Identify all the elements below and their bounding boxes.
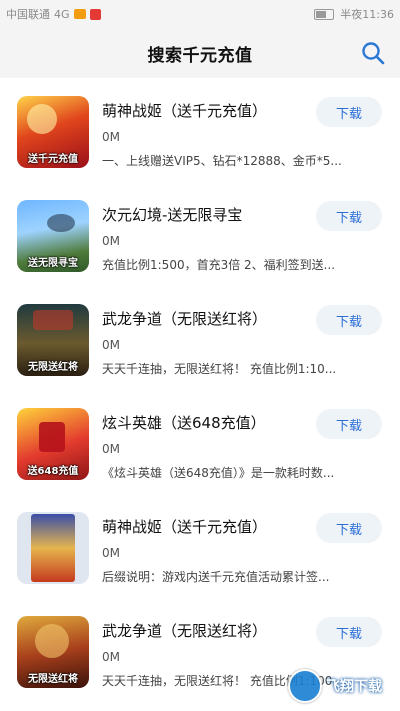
search-results-list: 送千元充值 萌神战姬（送千元充值） 0M 一、上线赠送VIP5、钻石*12888…	[0, 78, 400, 702]
signal-label: 4G	[54, 7, 70, 21]
app-description: 后缀说明：游戏内送千元充值活动累计签...	[102, 570, 330, 584]
app-size: 0M	[102, 442, 120, 456]
app-description: 天天千连抽，无限送红将！ 充值比例1:10...	[102, 362, 337, 376]
icon-tag: 送无限寻宝	[28, 258, 78, 269]
game-icon: 无限送红将	[17, 304, 89, 376]
app-name: 次元幻境-送无限寻宝	[102, 206, 243, 224]
app-description: 一、上线赠送VIP5、钻石*12888、金币*5...	[102, 154, 342, 168]
watermark-logo-icon	[288, 669, 322, 703]
app-description: 《炫斗英雄（送648充值）》是一款耗时数...	[102, 466, 335, 480]
icon-tag: 送648充值	[27, 466, 79, 477]
app-name: 武龙争道（无限送红将）	[102, 622, 268, 640]
header-bar: 搜索千元充值	[0, 28, 400, 78]
carrier-label: 中国联通	[6, 8, 50, 21]
search-button[interactable]	[360, 40, 386, 66]
app-size: 0M	[102, 650, 120, 664]
app-size: 0M	[102, 546, 120, 560]
list-item[interactable]: 送无限寻宝 次元幻境-送无限寻宝 0M 充值比例1:500，首充3倍 2、福利签…	[0, 182, 400, 286]
download-button[interactable]: 下载	[316, 409, 382, 439]
clock: 半夜11:36	[340, 8, 394, 21]
list-item[interactable]: 送千元充值 萌神战姬（送千元充值） 0M 一、上线赠送VIP5、钻石*12888…	[0, 78, 400, 182]
status-bar: 中国联通 4G 半夜11:36	[0, 0, 400, 28]
app-size: 0M	[102, 234, 120, 248]
watermark-text: 飞翔下载	[326, 679, 382, 695]
app-size: 0M	[102, 338, 120, 352]
game-icon: 送无限寻宝	[17, 200, 89, 272]
download-button[interactable]: 下载	[316, 305, 382, 335]
list-item[interactable]: 送648充值 炫斗英雄（送648充值） 0M 《炫斗英雄（送648充值）》是一款…	[0, 390, 400, 494]
app-name: 萌神战姬（送千元充值）	[102, 102, 268, 120]
game-icon: 送648充值	[17, 408, 89, 480]
app-description: 充值比例1:500，首充3倍 2、福利签到送...	[102, 258, 336, 272]
page-title: 搜索千元充值	[147, 45, 253, 66]
icon-tag: 送千元充值	[28, 154, 78, 165]
download-button[interactable]: 下载	[316, 97, 382, 127]
download-button[interactable]: 下载	[316, 513, 382, 543]
download-button[interactable]: 下载	[316, 617, 382, 647]
battery-icon	[314, 8, 335, 20]
search-icon	[362, 42, 385, 65]
icon-tag: 无限送红将	[28, 362, 78, 373]
download-button[interactable]: 下载	[316, 201, 382, 231]
app-name: 萌神战姬（送千元充值）	[102, 518, 268, 536]
game-icon: 送千元充值	[17, 96, 89, 168]
app-name: 武龙争道（无限送红将）	[102, 310, 268, 328]
game-icon: 无限送红将	[17, 616, 89, 688]
list-item[interactable]: 萌神战姬（送千元充值） 0M 后缀说明：游戏内送千元充值活动累计签... 下载	[0, 494, 400, 598]
app-name: 炫斗英雄（送648充值）	[102, 414, 266, 432]
app-notification-icon	[73, 9, 86, 19]
list-item[interactable]: 无限送红将 武龙争道（无限送红将） 0M 天天千连抽，无限送红将！ 充值比例1:…	[0, 286, 400, 390]
game-icon	[17, 512, 89, 584]
icon-tag: 无限送红将	[28, 674, 78, 685]
watermark: 飞翔下载	[288, 668, 394, 704]
app-size: 0M	[102, 130, 120, 144]
alert-notification-icon	[89, 8, 101, 20]
